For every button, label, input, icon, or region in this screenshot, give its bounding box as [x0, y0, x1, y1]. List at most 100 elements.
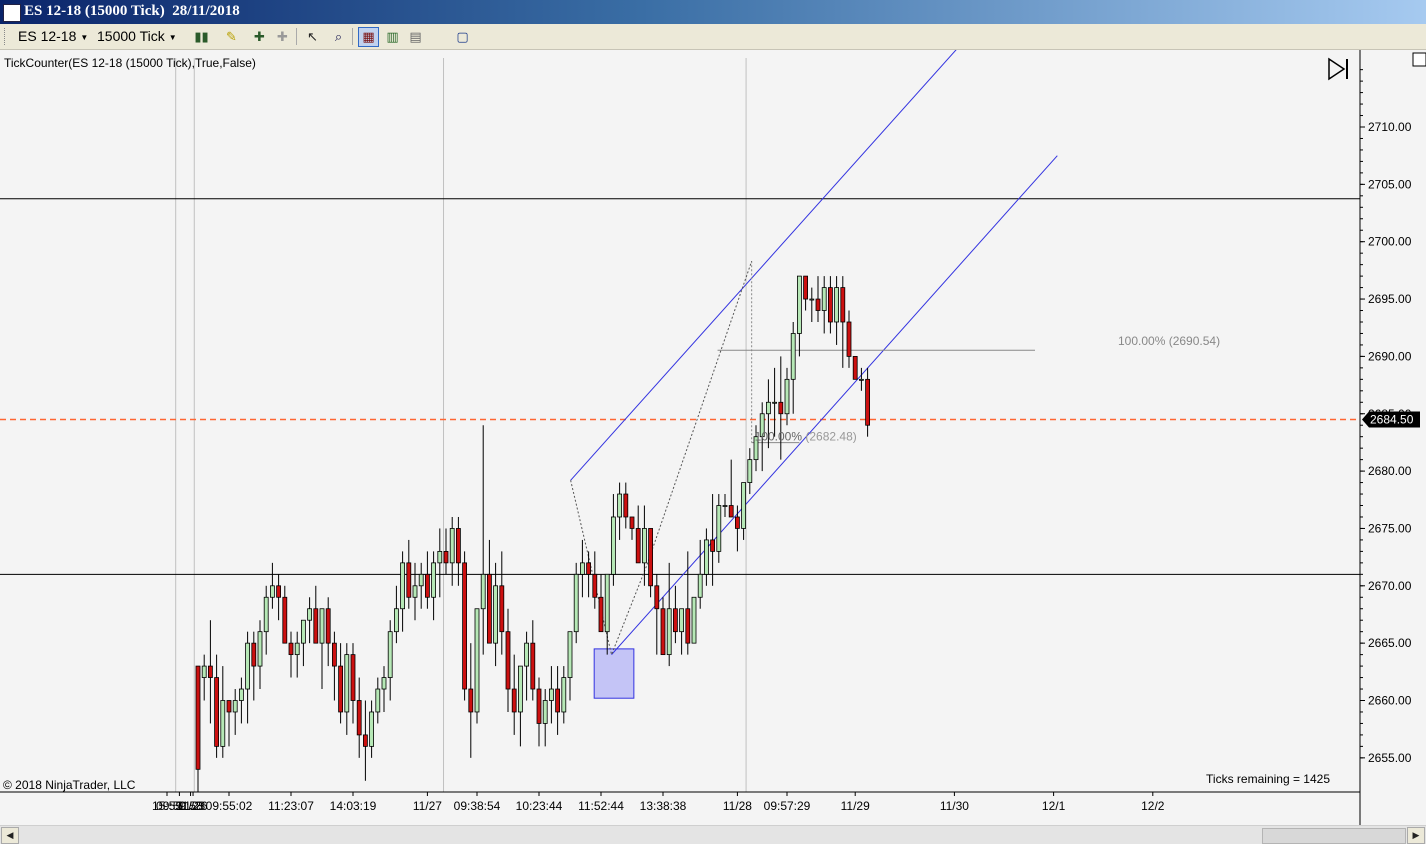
candle-down [660, 608, 666, 656]
price-tick-label: 2670.00 [1368, 579, 1412, 593]
strategies-icon[interactable]: ▤ [405, 27, 426, 47]
candle-up [611, 516, 616, 575]
candle-down [846, 321, 852, 357]
data-box-icon[interactable]: ▥ [382, 27, 403, 47]
candle-down [499, 585, 505, 633]
fib-lower-label: 100.00% (2682.48) [755, 430, 857, 444]
price-tick-label: 2660.00 [1368, 694, 1412, 708]
zoom-in-icon[interactable]: ✚ [249, 27, 270, 47]
scroll-left-icon[interactable]: ◀ [1, 827, 19, 844]
candle-down [288, 642, 294, 656]
candle-up [772, 401, 777, 404]
candle-down [648, 528, 653, 587]
candle-up [722, 505, 728, 507]
candle-down [282, 596, 288, 644]
fib-upper-label: 100.00% (2690.54) [1118, 334, 1220, 348]
draw-tool-icon[interactable]: ✎ [221, 27, 242, 47]
candle-up [474, 608, 480, 713]
candle-down [455, 528, 461, 564]
candle-up [369, 711, 375, 747]
candle-up [387, 631, 393, 678]
chart-panel[interactable]: 100.00% (2690.54) 100.00% (2682.48) 2710.… [0, 50, 1426, 825]
copyright-label: © 2018 NinjaTrader, LLC [3, 778, 136, 792]
support-zone-rectangle [593, 648, 635, 699]
candle-up [307, 608, 313, 621]
candle-up [319, 608, 325, 644]
price-tick-label: 2690.00 [1368, 349, 1412, 363]
magnifier-icon[interactable]: ⌕ [328, 27, 349, 47]
candle-down [313, 608, 319, 644]
candle-up [263, 596, 269, 633]
interval-selector[interactable]: 15000 Tick ▼ [97, 28, 177, 44]
candle-down [629, 516, 635, 529]
toolbar-grip[interactable] [4, 28, 8, 45]
candle-up [549, 688, 554, 701]
plot-background [0, 50, 1360, 825]
instrument-label: ES 12-18 [18, 28, 77, 44]
chart-toolbar: ES 12-18 ▼ 15000 Tick ▼ ▮▮ ✎ ✚ ✚ ↖ ⌕ ▦ ▥ ▤… [0, 24, 1426, 50]
price-chart[interactable]: 100.00% (2690.54) 100.00% (2682.48) 2710.… [0, 50, 1426, 825]
time-tick-label: 12/2 [1141, 799, 1165, 813]
time-tick-label: 09:55:02 [206, 799, 253, 813]
scroll-thumb[interactable] [1262, 828, 1406, 844]
candle-up [697, 573, 703, 598]
window-title: ES 12-18 (15000 Tick) 28/11/2018 [24, 3, 240, 19]
candle-up [375, 688, 381, 713]
candle-down [462, 562, 468, 690]
candle-up [238, 688, 244, 701]
properties-icon[interactable]: ▢ [452, 27, 473, 47]
candle-down [468, 688, 474, 713]
candle-down [592, 573, 598, 598]
bar-style-icon[interactable]: ▮▮ [191, 27, 212, 47]
candle-up [561, 677, 567, 713]
time-tick-label: 11/29 [841, 799, 870, 813]
time-tick-label: 09:57:29 [764, 799, 811, 813]
zoom-out-icon[interactable]: ✚ [272, 27, 293, 47]
toolbar-separator [296, 28, 297, 45]
dropdown-arrow-icon: ▼ [168, 32, 177, 42]
candle-up [784, 378, 790, 415]
scroll-right-icon[interactable]: ▶ [1407, 827, 1425, 844]
candle-up [344, 654, 350, 713]
candle-up [790, 333, 796, 380]
candle-down [586, 562, 591, 575]
axis-corner-button[interactable] [1412, 52, 1426, 67]
instrument-selector[interactable]: ES 12-18 ▼ [18, 28, 88, 44]
candle-down [356, 700, 362, 736]
candle-up [257, 631, 263, 667]
candle-up [220, 700, 226, 747]
title-bar: ES 12-18 (15000 Tick) 28/11/2018 [0, 0, 1426, 24]
candle-down [207, 665, 213, 678]
candle-down [840, 287, 846, 323]
candle-up [859, 378, 864, 381]
candle-up [381, 677, 387, 690]
candle-up [431, 562, 437, 598]
candle-up [747, 459, 753, 483]
price-tick-label: 2705.00 [1368, 177, 1412, 191]
candle-down [735, 516, 740, 529]
price-tick-label: 2675.00 [1368, 521, 1412, 535]
candle-up [300, 619, 306, 644]
candle-down [530, 642, 536, 690]
candle-up [418, 573, 424, 587]
horizontal-scrollbar[interactable]: ◀ ▶ [0, 825, 1426, 844]
interval-label: 15000 Tick [97, 28, 165, 44]
candle-down [325, 608, 331, 644]
cursor-icon[interactable]: ↖ [302, 27, 323, 47]
candle-up [294, 642, 300, 656]
time-tick-label: 11/28 [723, 799, 752, 813]
candle-down [654, 585, 660, 610]
price-tick-label: 2665.00 [1368, 636, 1412, 650]
ninjatrader-app-icon [3, 4, 21, 22]
candle-up [524, 642, 529, 667]
time-tick-label: 11/26 [178, 799, 207, 813]
candle-up [704, 539, 709, 575]
candle-down [331, 642, 337, 667]
candle-up [666, 608, 672, 656]
candle-down [778, 401, 784, 415]
time-tick-label: 11/27 [413, 799, 442, 813]
time-tick-label: 11/30 [940, 799, 969, 813]
chart-trader-icon[interactable]: ▦ [358, 27, 379, 47]
candle-up [480, 573, 486, 610]
time-tick-label: 13:38:38 [640, 799, 687, 813]
